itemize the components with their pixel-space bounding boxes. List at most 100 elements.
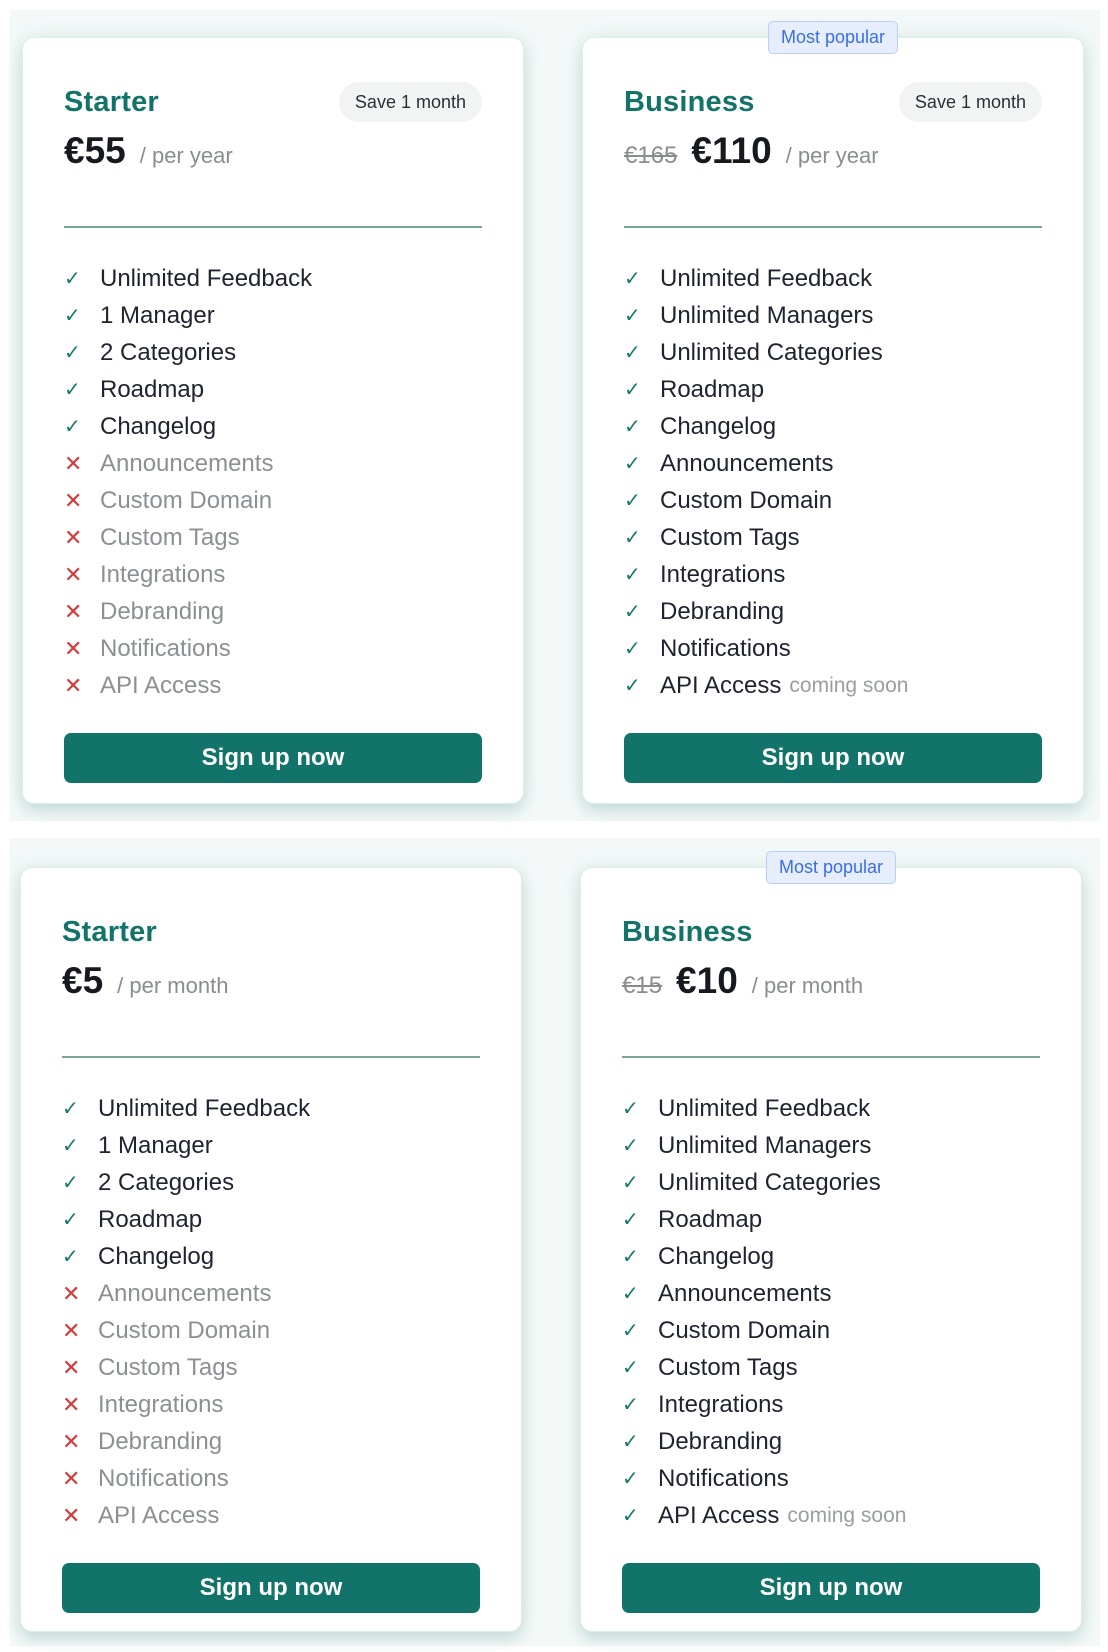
check-icon: ✓ (622, 1394, 639, 1416)
x-icon: ✕ (62, 1465, 81, 1491)
feature-item: ✓ Unlimited Categories (622, 1164, 1040, 1201)
original-price: €165 (624, 142, 678, 169)
price: €55 (64, 130, 126, 171)
price-row: €15 €10 / per month (622, 960, 1040, 1008)
price-row: €55 / per year (64, 130, 482, 178)
feature-label: 2 Categories (98, 1168, 235, 1196)
check-icon: ✓ (64, 416, 81, 438)
feature-label: 1 Manager (98, 1131, 213, 1159)
feature-item: ✓ Custom Tags (622, 1349, 1040, 1386)
feature-label: Integrations (98, 1390, 224, 1418)
x-icon: ✕ (64, 524, 83, 550)
check-icon: ✓ (622, 1505, 639, 1527)
x-icon: ✕ (62, 1317, 81, 1343)
check-icon: ✓ (624, 675, 641, 697)
feature-item: ✓ Unlimited Managers (622, 1127, 1040, 1164)
feature-label: Roadmap (658, 1205, 763, 1233)
sign-up-button[interactable]: Sign up now (62, 1563, 480, 1613)
x-icon: ✕ (62, 1354, 81, 1380)
feature-label: Custom Tags (100, 523, 240, 551)
check-icon: ✓ (62, 1172, 79, 1194)
check-icon: ✓ (622, 1246, 639, 1268)
x-icon: ✕ (64, 672, 83, 698)
billing-period: / per month (117, 973, 229, 998)
check-icon: ✓ (624, 564, 641, 586)
feature-item: ✕ Custom Tags (64, 519, 482, 556)
feature-item: ✓ Notifications (622, 1460, 1040, 1497)
divider (624, 226, 1042, 228)
sign-up-button[interactable]: Sign up now (624, 733, 1042, 783)
feature-label: Debranding (660, 597, 785, 625)
price-row: €5 / per month (62, 960, 480, 1008)
x-icon: ✕ (62, 1502, 81, 1528)
feature-item: ✕ Integrations (62, 1386, 480, 1423)
feature-item: ✕ Debranding (62, 1423, 480, 1460)
billing-period: / per year (139, 143, 233, 168)
feature-item: ✓ Custom Tags (624, 519, 1042, 556)
divider (622, 1056, 1040, 1058)
feature-note: coming soon (789, 673, 909, 697)
feature-item: ✓ Changelog (62, 1238, 480, 1275)
check-icon: ✓ (62, 1135, 79, 1157)
feature-item: ✓ Unlimited Categories (624, 334, 1042, 371)
check-icon: ✓ (64, 379, 81, 401)
check-icon: ✓ (62, 1209, 79, 1231)
x-icon: ✕ (64, 635, 83, 661)
check-icon: ✓ (622, 1098, 639, 1120)
feature-item: ✓ 2 Categories (64, 334, 482, 371)
price-row: €165 €110 / per year (624, 130, 1042, 178)
feature-label: Unlimited Feedback (100, 264, 313, 292)
feature-label: Unlimited Managers (660, 301, 874, 329)
sign-up-button[interactable]: Sign up now (64, 733, 482, 783)
check-icon: ✓ (622, 1283, 639, 1305)
check-icon: ✓ (624, 638, 641, 660)
check-icon: ✓ (622, 1357, 639, 1379)
save-badge: Save 1 month (898, 82, 1042, 122)
feature-label: Unlimited Managers (658, 1131, 872, 1159)
sign-up-button[interactable]: Sign up now (622, 1563, 1040, 1613)
feature-item: ✓ Roadmap (62, 1201, 480, 1238)
feature-label: Roadmap (98, 1205, 203, 1233)
x-icon: ✕ (64, 450, 83, 476)
price: €5 (62, 960, 104, 1001)
feature-item: ✓ Custom Domain (622, 1312, 1040, 1349)
feature-item: ✓ Unlimited Feedback (64, 260, 482, 297)
check-icon: ✓ (64, 342, 81, 364)
feature-item: ✓ Unlimited Feedback (624, 260, 1042, 297)
feature-label: Integrations (100, 560, 226, 588)
feature-label: Changelog (660, 412, 777, 440)
plan-name: Business (622, 916, 753, 948)
x-icon: ✕ (64, 561, 83, 587)
feature-label: Roadmap (660, 375, 765, 403)
feature-label: Debranding (100, 597, 225, 625)
feature-item: ✓ Unlimited Feedback (622, 1090, 1040, 1127)
business-plan-card: Most popular Business €15 €10 / per mont… (580, 851, 1082, 1632)
check-icon: ✓ (622, 1431, 639, 1453)
feature-label: Announcements (658, 1279, 832, 1307)
feature-label: Integrations (658, 1390, 784, 1418)
feature-label: Unlimited Feedback (660, 264, 873, 292)
feature-label: Roadmap (100, 375, 205, 403)
x-icon: ✕ (64, 487, 83, 513)
x-icon: ✕ (62, 1428, 81, 1454)
x-icon: ✕ (62, 1280, 81, 1306)
feature-label: Unlimited Categories (660, 338, 883, 366)
feature-label: 1 Manager (100, 301, 215, 329)
feature-label: Notifications (658, 1464, 789, 1492)
check-icon: ✓ (64, 305, 81, 327)
feature-item: ✕ Debranding (64, 593, 482, 630)
feature-item: ✓ Changelog (64, 408, 482, 445)
price: €110 (691, 130, 772, 171)
feature-label: API Access (98, 1501, 220, 1529)
feature-item: ✕ Custom Domain (64, 482, 482, 519)
feature-label: Unlimited Feedback (98, 1094, 311, 1122)
feature-label: Custom Domain (658, 1316, 831, 1344)
feature-label: Custom Tags (98, 1353, 238, 1381)
feature-item: ✓ Roadmap (64, 371, 482, 408)
starter-plan-card: Starter €5 / per month ✓ Unlimited Feedba… (20, 867, 522, 1632)
plan-name: Starter (62, 916, 157, 948)
feature-label: Changelog (98, 1242, 215, 1270)
feature-list: ✓ Unlimited Feedback ✓ 1 Manager ✓ 2 Categori… (64, 260, 482, 704)
check-icon: ✓ (624, 416, 641, 438)
feature-item: ✓ 1 Manager (62, 1127, 480, 1164)
